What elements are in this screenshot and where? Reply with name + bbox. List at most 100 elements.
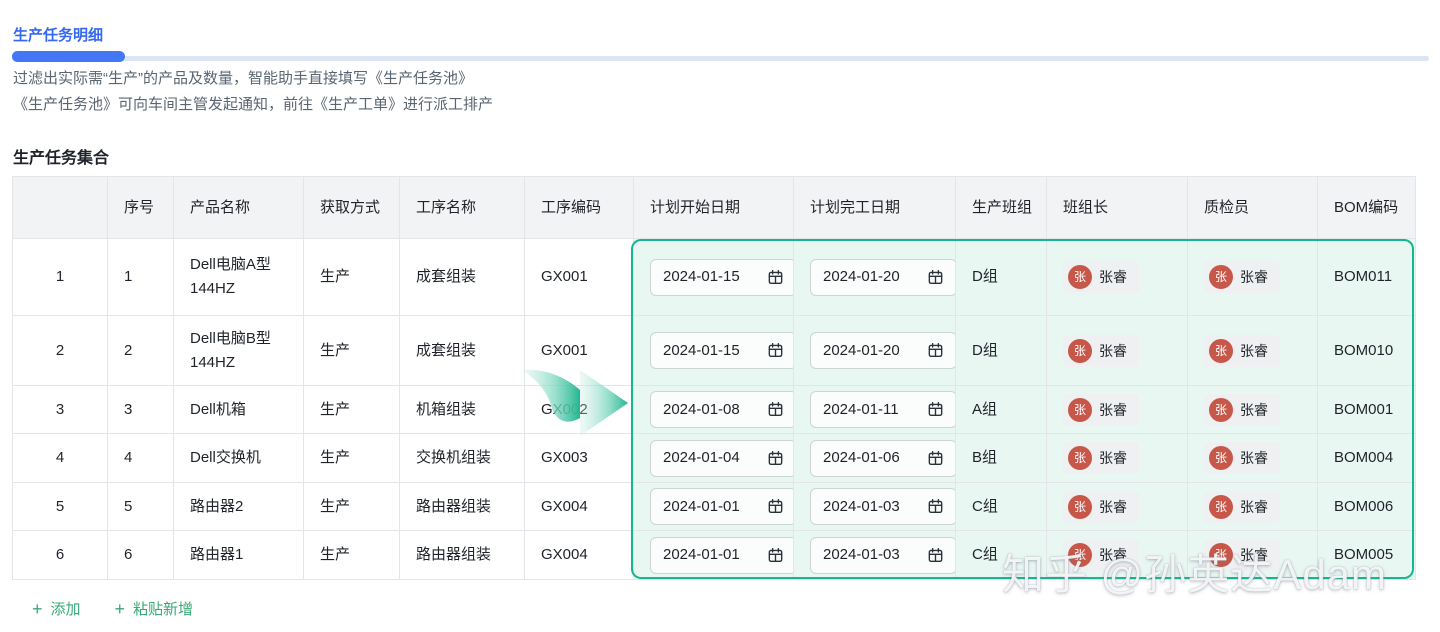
plan-finish-date-input[interactable]: 2024-01-06 [810,440,957,477]
process-name-cell: 机箱组装 [400,386,525,434]
plan-start-date-input[interactable]: 2024-01-01 [650,488,797,525]
person-avatar: 张 [1209,265,1233,289]
plan-start-date-input[interactable]: 2024-01-04 [650,440,797,477]
process-code-cell: GX001 [525,239,634,316]
team-cell: D组 [956,316,1047,386]
date-value: 2024-01-20 [823,265,900,289]
process-name-cell: 路由器组装 [400,483,525,531]
column-header-plan-finish: 计划完工日期 [794,177,956,239]
column-header-bom: BOM编码 [1318,177,1416,239]
bom-cell: BOM010 [1318,316,1416,386]
date-value: 2024-01-20 [823,339,900,363]
table-header-row: 序号产品名称获取方式工序名称工序编码计划开始日期计划完工日期生产班组班组长质检员… [13,177,1416,239]
date-value: 2024-01-15 [663,265,740,289]
product-name-cell: 路由器2 [174,483,304,531]
inspector-person-chip[interactable]: 张张睿 [1204,261,1280,293]
product-name-cell: 路由器1 [174,531,304,580]
source-cell: 生产 [304,483,400,531]
person-name: 张睿 [1240,398,1268,422]
paste-add-label: 粘贴新增 [133,598,193,619]
plan-start-cell: 2024-01-15 [634,316,794,386]
inspector-person-chip[interactable]: 张张睿 [1204,394,1280,426]
inspector-person-chip[interactable]: 张张睿 [1204,335,1280,367]
team-cell: A组 [956,386,1047,434]
person-avatar: 张 [1068,265,1092,289]
plan-start-cell: 2024-01-15 [634,239,794,316]
plan-start-date-input[interactable]: 2024-01-08 [650,391,797,428]
person-avatar: 张 [1209,446,1233,470]
leader-person-chip[interactable]: 张张睿 [1063,491,1139,523]
leader-cell: 张张睿 [1047,316,1188,386]
person-avatar: 张 [1068,446,1092,470]
source-cell: 生产 [304,531,400,580]
plan-finish-date-input[interactable]: 2024-01-20 [810,259,957,296]
progress-bar [12,50,1429,62]
leader-person-chip[interactable]: 张张睿 [1063,442,1139,474]
person-name: 张睿 [1240,495,1268,519]
row-index-cell: 1 [13,239,108,316]
add-row-button[interactable]: + 添加 [32,598,81,619]
seq-cell: 4 [108,434,174,483]
person-avatar: 张 [1209,543,1233,567]
source-cell: 生产 [304,239,400,316]
row-index-cell: 5 [13,483,108,531]
row-index-cell: 2 [13,316,108,386]
inspector-person-chip[interactable]: 张张睿 [1204,491,1280,523]
paste-add-button[interactable]: + 粘贴新增 [115,598,194,619]
team-cell: B组 [956,434,1047,483]
table-row: 22Dell电脑B型 144HZ生产成套组装GX0012024-01-15202… [13,316,1416,386]
inspector-cell: 张张睿 [1188,483,1318,531]
seq-cell: 6 [108,531,174,580]
leader-person-chip[interactable]: 张张睿 [1063,394,1139,426]
person-name: 张睿 [1240,446,1268,470]
person-avatar: 张 [1068,543,1092,567]
inspector-cell: 张张睿 [1188,434,1318,483]
production-table: 序号产品名称获取方式工序名称工序编码计划开始日期计划完工日期生产班组班组长质检员… [12,176,1416,580]
calendar-icon [927,450,944,467]
page-title-link[interactable]: 生产任务明细 [13,24,103,45]
inspector-person-chip[interactable]: 张张睿 [1204,442,1280,474]
product-name-cell: Dell电脑A型 144HZ [174,239,304,316]
person-avatar: 张 [1068,398,1092,422]
bom-cell: BOM001 [1318,386,1416,434]
plan-finish-date-input[interactable]: 2024-01-03 [810,537,957,574]
person-name: 张睿 [1099,339,1127,363]
column-header-product: 产品名称 [174,177,304,239]
person-name: 张睿 [1099,495,1127,519]
section-title: 生产任务集合 [13,144,109,168]
source-cell: 生产 [304,316,400,386]
table-row: 44Dell交换机生产交换机组装GX0032024-01-042024-01-0… [13,434,1416,483]
date-value: 2024-01-04 [663,446,740,470]
plan-finish-date-input[interactable]: 2024-01-11 [810,391,957,428]
leader-person-chip[interactable]: 张张睿 [1063,539,1139,571]
leader-cell: 张张睿 [1047,239,1188,316]
column-header-process-code: 工序编码 [525,177,634,239]
process-code-cell: GX003 [525,434,634,483]
product-name-cell: Dell机箱 [174,386,304,434]
leader-person-chip[interactable]: 张张睿 [1063,335,1139,367]
process-name-cell: 成套组装 [400,316,525,386]
table-row: 55路由器2生产路由器组装GX0042024-01-012024-01-03C组… [13,483,1416,531]
leader-person-chip[interactable]: 张张睿 [1063,261,1139,293]
date-value: 2024-01-01 [663,543,740,567]
plan-finish-date-input[interactable]: 2024-01-03 [810,488,957,525]
process-name-cell: 交换机组装 [400,434,525,483]
date-value: 2024-01-03 [823,543,900,567]
source-cell: 生产 [304,386,400,434]
person-name: 张睿 [1240,265,1268,289]
table-footer-actions: + 添加 + 粘贴新增 [32,598,193,619]
team-cell: C组 [956,483,1047,531]
product-name-cell: Dell交换机 [174,434,304,483]
column-header-plan-start: 计划开始日期 [634,177,794,239]
seq-cell: 1 [108,239,174,316]
inspector-person-chip[interactable]: 张张睿 [1204,539,1280,571]
calendar-icon [927,401,944,418]
plan-start-date-input[interactable]: 2024-01-15 [650,259,797,296]
column-header-leader: 班组长 [1047,177,1188,239]
description-line-1: 过滤出实际需“生产”的产品及数量，智能助手直接填写《生产任务池》 [13,66,493,92]
plan-finish-date-input[interactable]: 2024-01-20 [810,332,957,369]
plan-start-date-input[interactable]: 2024-01-01 [650,537,797,574]
plan-start-date-input[interactable]: 2024-01-15 [650,332,797,369]
date-value: 2024-01-03 [823,495,900,519]
bom-cell: BOM006 [1318,483,1416,531]
